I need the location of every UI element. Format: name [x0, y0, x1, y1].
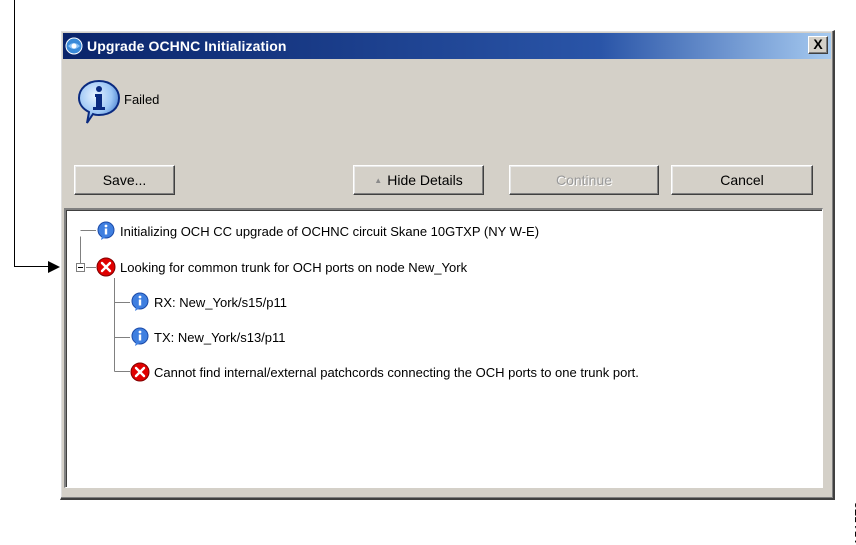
tree-item[interactable]: Initializing OCH CC upgrade of OCHNC cir…: [96, 220, 539, 242]
callout-line: [14, 0, 15, 267]
triangle-up-icon: ▲: [374, 175, 383, 185]
tree-connector-lines: [80, 230, 130, 372]
tree-item[interactable]: Cannot find internal/external patchcords…: [130, 361, 639, 383]
collapse-toggle[interactable]: [76, 263, 85, 272]
tree-item-label: RX: New_York/s15/p11: [154, 294, 287, 310]
app-icon: [65, 37, 83, 55]
cancel-button[interactable]: Cancel: [671, 165, 813, 195]
tree-item-label: Cannot find internal/external patchcords…: [154, 364, 639, 380]
tree-item[interactable]: Looking for common trunk for OCH ports o…: [96, 256, 467, 278]
dialog-window: Upgrade OCHNC Initialization X Failed Sa…: [60, 30, 835, 500]
callout-arrow-icon: [48, 261, 60, 273]
callout-line: [14, 266, 50, 267]
cancel-button-label: Cancel: [720, 172, 764, 188]
hide-details-button[interactable]: ▲ Hide Details: [353, 165, 484, 195]
status-text: Failed: [124, 92, 160, 107]
hide-details-label: Hide Details: [387, 172, 463, 188]
save-button-label: Save...: [102, 172, 147, 188]
info-icon: [130, 327, 150, 347]
details-tree[interactable]: Initializing OCH CC upgrade of OCHNC cir…: [64, 208, 823, 488]
error-icon: [96, 257, 116, 277]
tree-item[interactable]: TX: New_York/s13/p11: [130, 326, 286, 348]
tree-item-label: TX: New_York/s13/p11: [154, 329, 286, 345]
tree-item-label: Looking for common trunk for OCH ports o…: [120, 259, 468, 275]
continue-button-label: Continue: [555, 172, 613, 188]
info-icon: [96, 221, 116, 241]
tree-item[interactable]: RX: New_York/s15/p11: [130, 291, 287, 313]
info-icon: [130, 292, 150, 312]
tree-item-label: Initializing OCH CC upgrade of OCHNC cir…: [120, 223, 540, 239]
error-icon: [130, 362, 150, 382]
window-title: Upgrade OCHNC Initialization: [87, 38, 287, 54]
save-button[interactable]: Save...: [74, 165, 175, 195]
title-bar[interactable]: Upgrade OCHNC Initialization X: [63, 33, 831, 59]
close-button[interactable]: X: [808, 36, 828, 54]
figure-id: 151572: [852, 501, 856, 545]
continue-button: Continue: [509, 165, 659, 195]
info-icon: [77, 79, 121, 125]
